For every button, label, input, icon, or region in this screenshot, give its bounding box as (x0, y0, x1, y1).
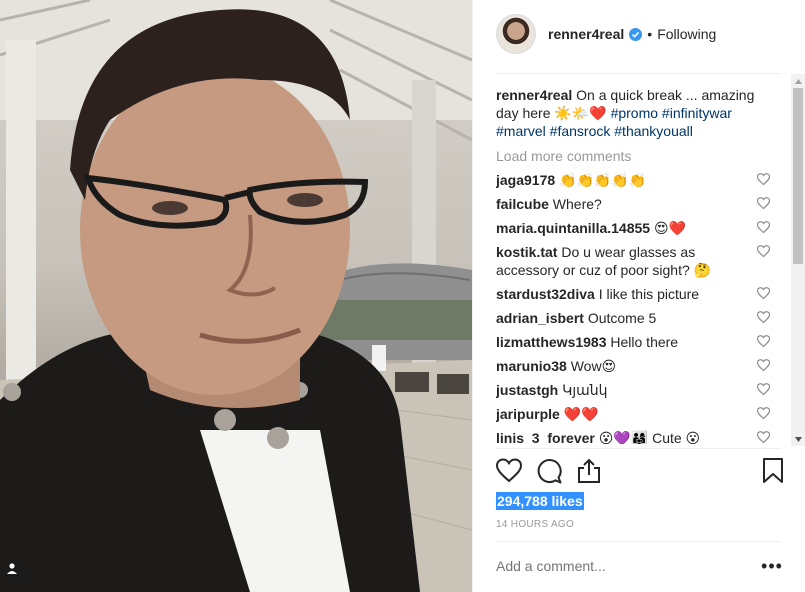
small-heart-icon[interactable] (756, 287, 770, 300)
comment-row: maria.quintanilla.14855 😍❤️ (496, 219, 770, 237)
comment-row: adrian_isbert Outcome 5 (496, 309, 770, 327)
comment-text: lizmatthews1983 Hello there (496, 333, 736, 351)
comment-username[interactable]: failcube (496, 196, 549, 212)
scroll-down-arrow-icon[interactable] (791, 432, 805, 446)
user-tag-icon[interactable] (6, 562, 28, 584)
comment-username[interactable]: kostik.tat (496, 244, 557, 260)
post-timestamp[interactable]: 14 HOURS AGO (496, 519, 574, 530)
comment-username[interactable]: jaripurple (496, 406, 560, 422)
comment-text: maria.quintanilla.14855 😍❤️ (496, 219, 736, 237)
more-options-button[interactable]: ••• (761, 556, 782, 576)
comment-row: jaripurple ❤️❤️ (496, 405, 770, 423)
load-more-comments-button[interactable]: Load more comments (496, 148, 770, 164)
small-heart-icon[interactable] (756, 221, 770, 234)
comment-text: stardust32diva I like this picture (496, 285, 736, 303)
comment-text: jaripurple ❤️❤️ (496, 405, 736, 423)
comment-text: failcube Where? (496, 195, 736, 213)
comments-scrollbar[interactable] (791, 74, 805, 446)
scrollbar-thumb[interactable] (793, 88, 803, 264)
avatar[interactable] (496, 14, 536, 54)
small-heart-icon[interactable] (756, 431, 770, 444)
post-actions (495, 458, 783, 486)
comment-body: Hello there (610, 334, 679, 350)
header-separator: • (647, 26, 653, 42)
verified-badge-icon (629, 27, 643, 41)
comment-username[interactable]: jaga9178 (496, 172, 555, 188)
comment-body: Where? (552, 196, 602, 212)
caption-username[interactable]: renner4real (496, 87, 572, 103)
comment-row: failcube Where? (496, 195, 770, 213)
comment-body: I like this picture (598, 286, 700, 302)
comment-row: kostik.tat Do u wear glasses as accessor… (496, 243, 770, 279)
comment-body: Outcome 5 (587, 310, 657, 326)
comment-body: 👏👏👏👏👏 (559, 172, 647, 188)
small-heart-icon[interactable] (756, 173, 770, 186)
comment-text: linis_3_forever 😮💜👨‍👩‍👧 Cute 😮 (496, 429, 736, 444)
header-username[interactable]: renner4real (548, 26, 624, 42)
comment-container: jaga9178 👏👏👏👏👏 failcube Where? maria.quint… (496, 171, 770, 444)
comment-username[interactable]: lizmatthews1983 (496, 334, 607, 350)
share-icon[interactable] (576, 458, 604, 486)
divider (496, 448, 781, 449)
post-caption: renner4real On a quick break ... amazing… (496, 86, 770, 140)
comment-body: 😮💜👨‍👩‍👧 Cute 😮 (598, 430, 701, 444)
small-heart-icon[interactable] (756, 197, 770, 210)
post-photo[interactable] (0, 0, 472, 592)
comment-text: jaga9178 👏👏👏👏👏 (496, 171, 736, 189)
comment-body: Կյանկ (562, 382, 608, 398)
comment-body: ❤️❤️ (563, 406, 599, 422)
comment-username[interactable]: justastgh (496, 382, 558, 398)
bookmark-icon[interactable] (762, 458, 790, 486)
comment-body: 😍❤️ (653, 220, 686, 236)
comment-username[interactable]: maria.quintanilla.14855 (496, 220, 650, 236)
heart-icon[interactable] (495, 458, 524, 486)
comment-username[interactable]: adrian_isbert (496, 310, 584, 326)
comment-text: marunio38 Wow😍 (496, 357, 736, 375)
post-header: renner4real • Following (496, 14, 756, 54)
add-comment-input[interactable] (496, 558, 736, 574)
scroll-up-arrow-icon[interactable] (791, 74, 805, 88)
comment-username[interactable]: marunio38 (496, 358, 567, 374)
small-heart-icon[interactable] (756, 245, 770, 258)
comment-text: adrian_isbert Outcome 5 (496, 309, 736, 327)
comment-row: justastgh Կյանկ (496, 381, 770, 399)
comment-icon[interactable] (536, 458, 564, 486)
likes-count[interactable]: 294,788 likes (496, 492, 584, 510)
comment-text: kostik.tat Do u wear glasses as accessor… (496, 243, 736, 279)
comment-row: lizmatthews1983 Hello there (496, 333, 770, 351)
divider (496, 541, 781, 542)
small-heart-icon[interactable] (756, 359, 770, 372)
small-heart-icon[interactable] (756, 407, 770, 420)
small-heart-icon[interactable] (756, 335, 770, 348)
small-heart-icon[interactable] (756, 311, 770, 324)
comment-text: justastgh Կյանկ (496, 381, 736, 399)
comment-row: jaga9178 👏👏👏👏👏 (496, 171, 770, 189)
comments-list[interactable]: renner4real On a quick break ... amazing… (496, 86, 770, 444)
divider (496, 73, 781, 74)
comment-row: marunio38 Wow😍 (496, 357, 770, 375)
follow-button[interactable]: Following (657, 26, 716, 42)
comment-username[interactable]: linis_3_forever (496, 430, 595, 444)
comment-body: Wow😍 (570, 358, 617, 374)
photo-illustration (0, 0, 472, 592)
comment-row: stardust32diva I like this picture (496, 285, 770, 303)
comment-row: linis_3_forever 😮💜👨‍👩‍👧 Cute 😮 (496, 429, 770, 444)
small-heart-icon[interactable] (756, 383, 770, 396)
comment-username[interactable]: stardust32diva (496, 286, 595, 302)
